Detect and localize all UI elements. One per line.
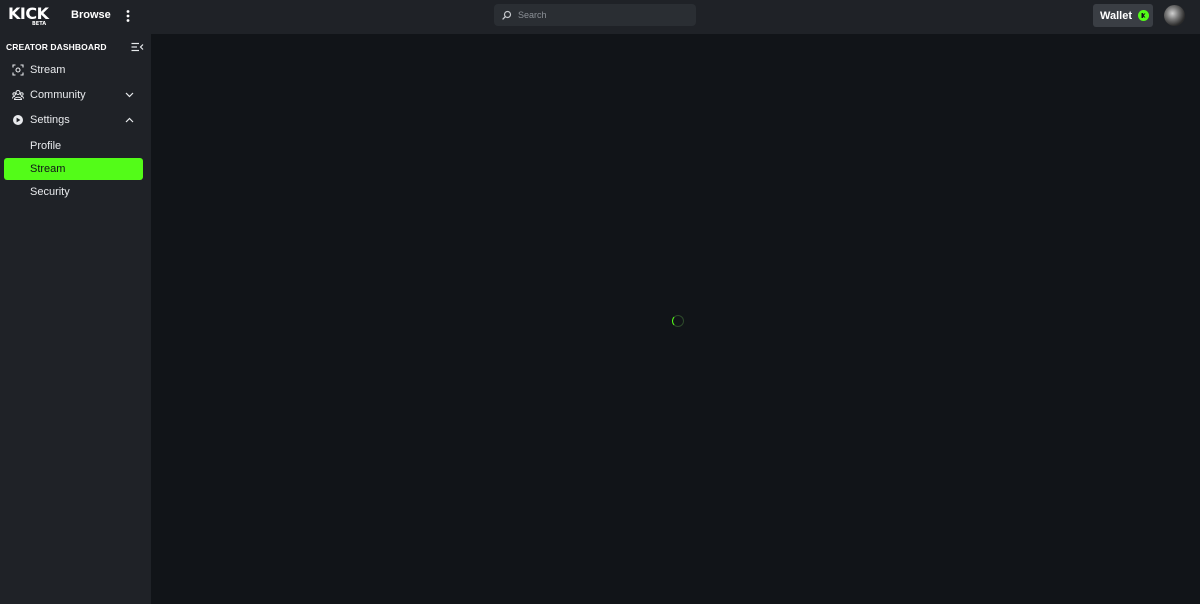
community-icon [12, 89, 24, 101]
more-menu-button[interactable] [122, 8, 134, 24]
settings-subitem-profile[interactable]: Profile [4, 135, 143, 157]
wallet-label: Wallet [1100, 9, 1132, 22]
sidebar-header: CREATOR DASHBOARD [6, 40, 144, 54]
settings-subitem-security[interactable]: Security [4, 181, 143, 203]
collapse-sidebar-button[interactable] [130, 41, 144, 53]
kick-coin-icon [1138, 10, 1149, 21]
subitem-label: Security [30, 186, 70, 198]
sidebar-title: CREATOR DASHBOARD [6, 42, 107, 52]
loading-spinner-icon [672, 315, 684, 327]
logo-beta-badge: BETA [32, 21, 47, 27]
search-icon [500, 8, 514, 22]
main-content [151, 34, 1200, 604]
settings-subitem-stream[interactable]: Stream [4, 158, 143, 180]
creator-sidebar: CREATOR DASHBOARD Stream Community Setti… [0, 34, 151, 604]
chevron-down-icon [123, 89, 135, 101]
sidebar-item-label: Community [30, 89, 86, 101]
collapse-sidebar-icon [131, 42, 143, 52]
wallet-button[interactable]: Wallet [1093, 4, 1153, 27]
sidebar-item-label: Settings [30, 114, 70, 126]
settings-icon [12, 114, 24, 126]
sidebar-item-settings[interactable]: Settings [4, 109, 143, 131]
sidebar-item-stream[interactable]: Stream [4, 59, 143, 81]
browse-link[interactable]: Browse [71, 9, 111, 21]
kick-logo[interactable]: KICK BETA [8, 4, 49, 29]
stream-icon [12, 64, 24, 76]
more-vertical-icon [126, 10, 130, 22]
search-input[interactable] [516, 9, 686, 21]
user-avatar[interactable] [1164, 5, 1185, 26]
chevron-up-icon [123, 114, 135, 126]
search-bar[interactable] [494, 4, 696, 26]
subitem-label: Profile [30, 140, 62, 152]
subitem-label: Stream [30, 163, 66, 175]
sidebar-item-community[interactable]: Community [4, 84, 143, 106]
logo-text: KICK [8, 4, 49, 23]
top-bar: KICK BETA Browse Wallet [0, 0, 1200, 34]
sidebar-item-label: Stream [30, 64, 66, 76]
